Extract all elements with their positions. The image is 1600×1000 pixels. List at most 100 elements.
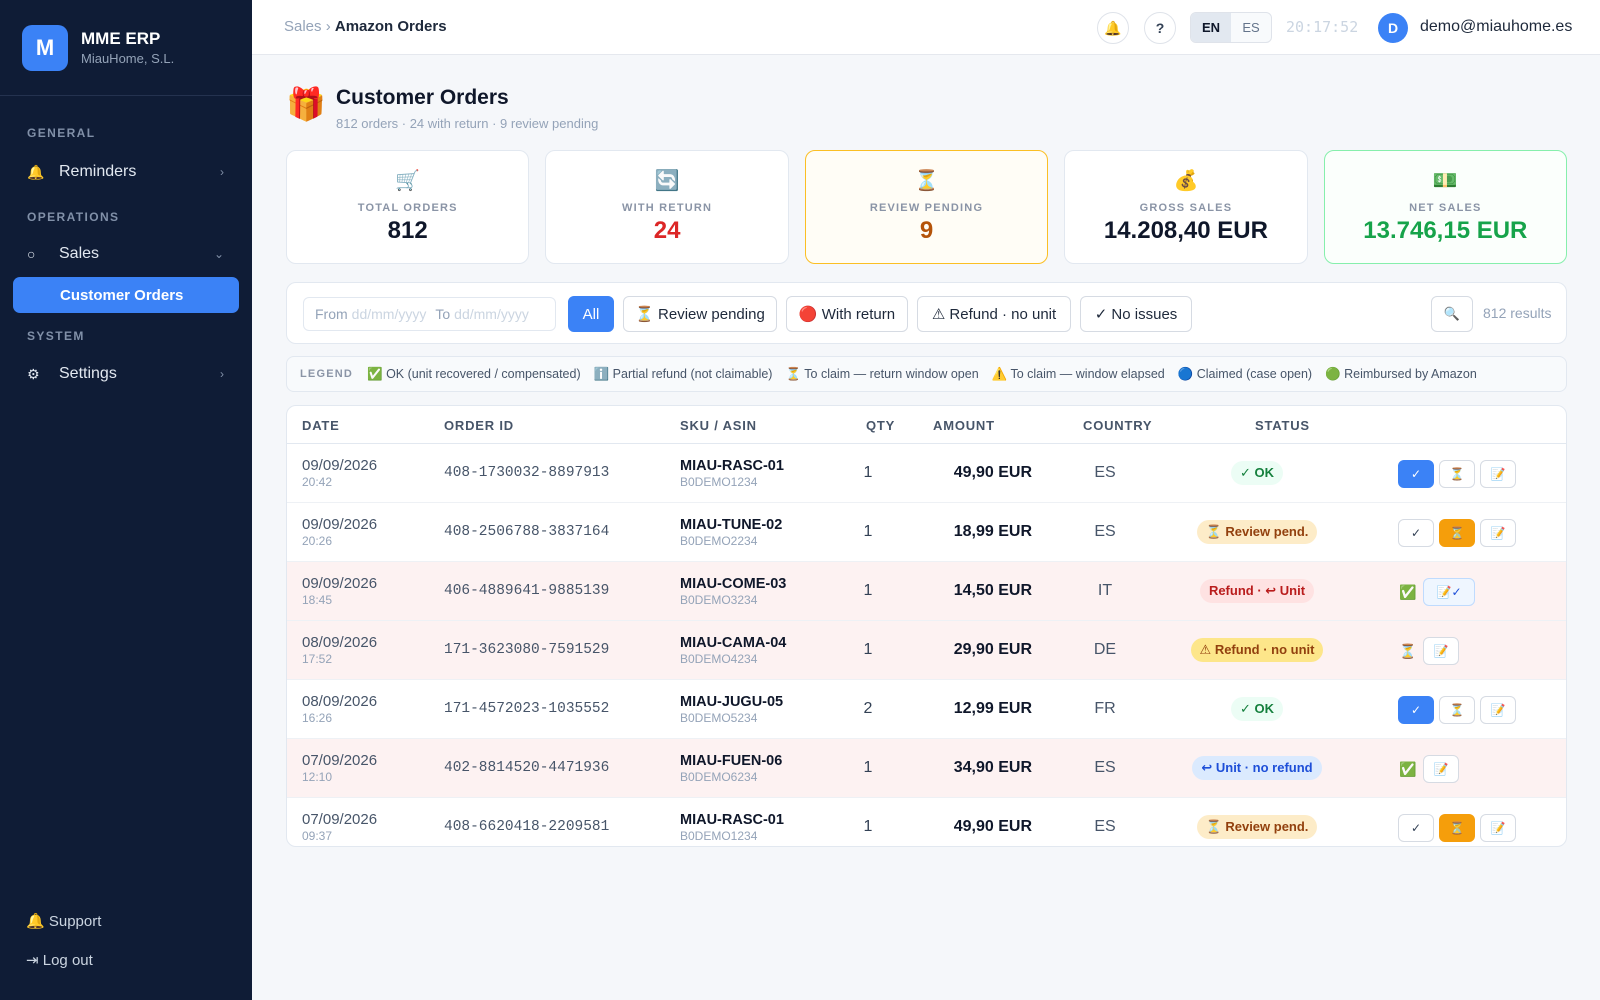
asin: B0DEMO2234 [680, 534, 758, 548]
sku: MIAU-TUNE-02 [680, 517, 783, 533]
chevron-down-icon: ⌄ [213, 247, 224, 261]
order-time: 20:42 [302, 475, 333, 489]
add-note-button[interactable]: 📝 [1480, 519, 1516, 547]
logout-link[interactable]: ⇥ Log out [26, 951, 93, 969]
sidebar-item-reminders[interactable]: 🔔 Reminders › [0, 152, 252, 192]
mark-review-button[interactable]: ⏳ [1439, 814, 1475, 842]
order-id: 408-2506788-3837164 [444, 524, 610, 540]
lang-en-button[interactable]: EN [1191, 13, 1231, 42]
column-header-sku[interactable]: SKU / ASIN [680, 418, 757, 433]
kpi-cards: 🛒 TOTAL ORDERS 812 🔄 WITH RETURN 24 ⏳ RE… [286, 150, 1568, 264]
filter-refund-no-unit-button[interactable]: ⚠ Refund · no unit [917, 296, 1071, 332]
table-row[interactable]: 07/09/2026 09:37 408-6620418-2209581 MIAU… [287, 798, 1566, 846]
date-from-label: From [315, 306, 348, 322]
order-id: 408-1730032-8897913 [444, 465, 610, 481]
mark-ok-button[interactable]: ✓ [1398, 696, 1434, 724]
add-note-button[interactable]: 📝 [1423, 637, 1459, 665]
breadcrumb-separator: › [325, 18, 331, 35]
kpi-label: REVIEW PENDING [869, 202, 984, 214]
orders-table: DATE ORDER ID SKU / ASIN QTY AMOUNT COUN… [286, 405, 1567, 847]
filter-with-return-button[interactable]: 🔴 With return [786, 296, 908, 332]
gear-icon: ⚙ [27, 365, 40, 382]
kpi-total-orders: 🛒 TOTAL ORDERS 812 [286, 150, 530, 264]
brand: M MME ERP MiauHome, S.L. [0, 0, 252, 96]
column-header-date[interactable]: DATE [302, 418, 340, 433]
lang-es-button[interactable]: ES [1231, 13, 1271, 42]
add-note-button[interactable]: 📝 [1480, 814, 1516, 842]
bell-icon: 🔔 [1104, 19, 1122, 36]
table-row[interactable]: 09/09/2026 20:42 408-1730032-8897913 MIAU… [287, 444, 1566, 503]
order-time: 12:10 [302, 770, 333, 784]
nav-section-operations: OPERATIONS [27, 210, 120, 224]
qty: 1 [863, 818, 873, 835]
column-header-country[interactable]: COUNTRY [1083, 418, 1152, 433]
filter-no-issues-button[interactable]: ✓ No issues [1080, 296, 1192, 332]
column-header-qty[interactable]: QTY [866, 418, 895, 433]
date-range-input[interactable]: From dd/mm/yyyy To dd/mm/yyyy [303, 297, 556, 331]
qty: 1 [863, 464, 873, 481]
user-email[interactable]: demo@miauhome.es [1420, 18, 1572, 36]
clock: 20:17:52 [1286, 18, 1359, 36]
order-date: 09/09/2026 [302, 575, 378, 592]
cart-icon: 🛒 [395, 170, 421, 192]
mark-ok-button[interactable]: ✓ [1398, 814, 1434, 842]
filter-all-button[interactable]: All [568, 296, 614, 332]
avatar[interactable]: D [1378, 13, 1408, 43]
table-row[interactable]: 07/09/2026 12:10 402-8814520-4471936 MIAU… [287, 739, 1566, 798]
add-note-button[interactable]: 📝 [1423, 755, 1459, 783]
amount: 14,50 EUR [953, 582, 1032, 599]
brand-company: MiauHome, S.L. [81, 51, 175, 66]
mark-review-button[interactable]: ⏳ [1439, 460, 1475, 488]
bell-icon: 🔔 [26, 913, 45, 930]
kpi-value: 9 [919, 217, 934, 244]
order-id: 408-6620418-2209581 [444, 819, 610, 835]
qty: 1 [863, 759, 873, 776]
status-badge: ✓ OK [1230, 697, 1283, 721]
sidebar-item-sales[interactable]: ○ Sales ⌄ [0, 234, 252, 274]
mark-ok-button[interactable]: ✓ [1398, 519, 1434, 547]
sidebar-item-label: Settings [59, 365, 117, 382]
mark-review-button[interactable]: ⏳ [1439, 519, 1475, 547]
sidebar-item-customer-orders[interactable]: Customer Orders [13, 277, 239, 313]
table-row[interactable]: 08/09/2026 16:26 171-4572023-1035552 MIAU… [287, 680, 1566, 739]
note-done-button[interactable]: 📝✓ [1423, 578, 1475, 606]
page-header: 🎁 Customer Orders 812 orders · 24 with r… [286, 85, 598, 131]
breadcrumb-parent[interactable]: Sales [284, 18, 322, 35]
column-header-order-id[interactable]: ORDER ID [444, 418, 514, 433]
filter-review-pending-button[interactable]: ⏳ Review pending [623, 296, 777, 332]
asin: B0DEMO4234 [680, 652, 758, 666]
add-note-button[interactable]: 📝 [1480, 696, 1516, 724]
order-time: 20:26 [302, 534, 333, 548]
bell-icon: 🔔 [27, 163, 45, 180]
date-to-placeholder: dd/mm/yyyy [454, 306, 529, 322]
column-header-status[interactable]: STATUS [1255, 418, 1310, 433]
order-date: 08/09/2026 [302, 693, 378, 710]
column-header-amount[interactable]: AMOUNT [933, 418, 995, 433]
asin: B0DEMO5234 [680, 711, 758, 725]
sidebar-item-settings[interactable]: ⚙ Settings › [0, 354, 252, 394]
notifications-button[interactable]: 🔔 [1097, 12, 1129, 44]
mark-review-button[interactable]: ⏳ [1439, 696, 1475, 724]
add-note-button[interactable]: 📝 [1480, 460, 1516, 488]
language-switch: EN ES [1190, 12, 1272, 43]
table-row[interactable]: 09/09/2026 18:45 406-4889641-9885139 MIAU… [287, 562, 1566, 621]
table-row[interactable]: 09/09/2026 20:26 408-2506788-3837164 MIAU… [287, 503, 1566, 562]
circle-icon: ○ [27, 246, 36, 262]
order-id: 406-4889641-9885139 [444, 583, 610, 599]
qty: 1 [863, 523, 873, 540]
status-badge: Refund · ↩ Unit [1199, 579, 1315, 603]
sidebar: M MME ERP MiauHome, S.L. GENERAL 🔔 Remin… [0, 0, 252, 1000]
search-button[interactable]: 🔍 [1431, 296, 1473, 332]
sku: MIAU-FUEN-06 [680, 753, 783, 769]
table-row[interactable]: 08/09/2026 17:52 171-3623080-7591529 MIAU… [287, 621, 1566, 680]
kpi-label: NET SALES [1409, 202, 1482, 214]
mark-ok-button[interactable]: ✓ [1398, 460, 1434, 488]
breadcrumb-current: Amazon Orders [334, 18, 447, 35]
sku: MIAU-CAMA-04 [680, 635, 787, 651]
banknote-icon: 💵 [1432, 170, 1458, 192]
country: FR [1094, 700, 1116, 717]
support-link[interactable]: 🔔 Support [26, 912, 101, 930]
order-time: 17:52 [302, 652, 333, 666]
help-button[interactable]: ? [1144, 12, 1176, 44]
amount: 49,90 EUR [953, 464, 1032, 481]
